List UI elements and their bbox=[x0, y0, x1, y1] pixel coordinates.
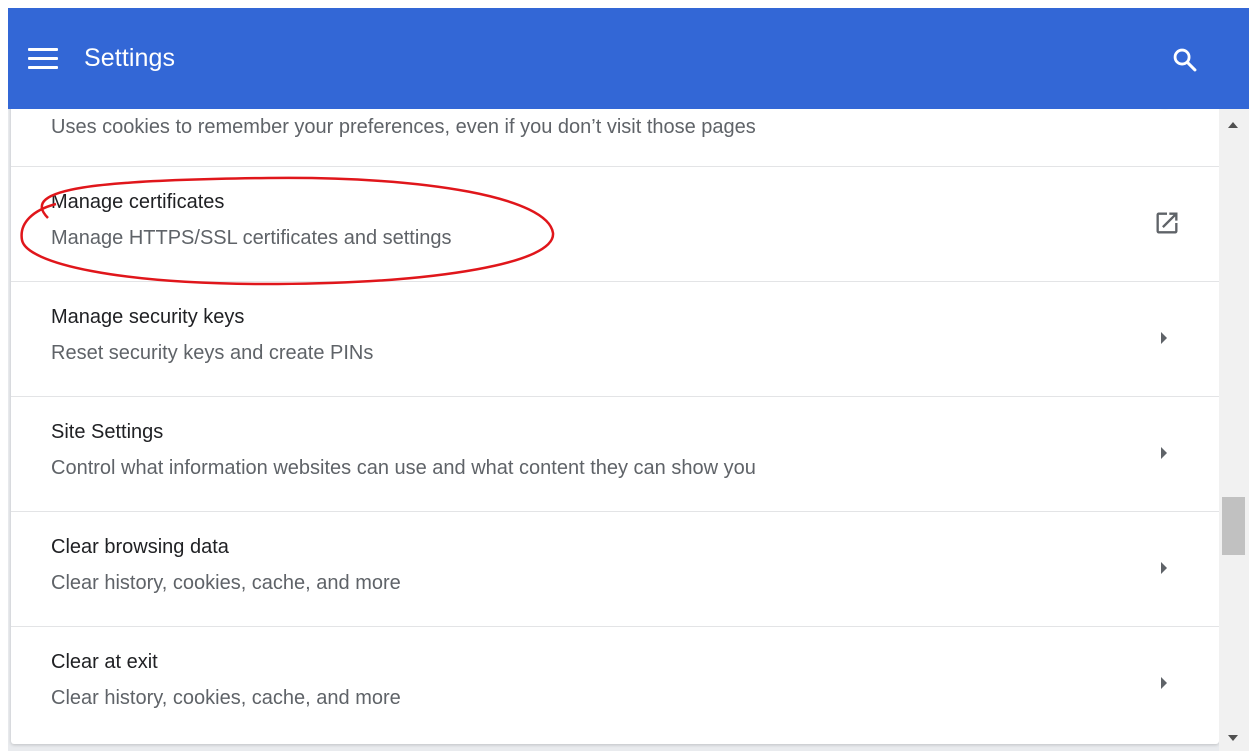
privacy-security-card: Uses cookies to remember your preference… bbox=[11, 68, 1219, 744]
row-subtitle: Manage HTTPS/SSL certificates and settin… bbox=[51, 227, 452, 249]
scroll-up-arrow-icon[interactable] bbox=[1228, 122, 1238, 128]
row-title: Manage security keys bbox=[51, 306, 245, 328]
row-subtitle: Clear history, cookies, cache, and more bbox=[51, 572, 401, 594]
row-title: Clear browsing data bbox=[51, 536, 229, 558]
chevron-right-icon bbox=[1161, 677, 1167, 689]
row-subtitle: Uses cookies to remember your preference… bbox=[51, 116, 756, 138]
row-subtitle: Reset security keys and create PINs bbox=[51, 342, 374, 364]
clear-at-exit-row[interactable]: Clear at exit Clear history, cookies, ca… bbox=[11, 626, 1219, 741]
row-subtitle: Control what information websites can us… bbox=[51, 457, 756, 479]
row-title: Manage certificates bbox=[51, 191, 225, 213]
row-title: Clear at exit bbox=[51, 651, 158, 673]
row-subtitle: Clear history, cookies, cache, and more bbox=[51, 687, 401, 709]
page-title: Settings bbox=[84, 44, 176, 72]
hamburger-menu-icon[interactable] bbox=[28, 48, 58, 70]
vertical-scrollbar[interactable] bbox=[1219, 109, 1249, 751]
chevron-right-icon bbox=[1161, 562, 1167, 574]
search-icon[interactable] bbox=[1171, 46, 1199, 74]
site-settings-row[interactable]: Site Settings Control what information w… bbox=[11, 396, 1219, 511]
clear-browsing-data-row[interactable]: Clear browsing data Clear history, cooki… bbox=[11, 511, 1219, 626]
open-in-new-icon[interactable] bbox=[1153, 209, 1181, 237]
scroll-down-arrow-icon[interactable] bbox=[1228, 735, 1238, 741]
settings-toolbar: Settings bbox=[8, 8, 1249, 109]
manage-security-keys-row[interactable]: Manage security keys Reset security keys… bbox=[11, 281, 1219, 396]
manage-certificates-row[interactable]: Manage certificates Manage HTTPS/SSL cer… bbox=[11, 166, 1219, 281]
scrollbar-thumb[interactable] bbox=[1222, 497, 1245, 555]
row-title: Site Settings bbox=[51, 421, 164, 443]
chevron-right-icon bbox=[1161, 332, 1167, 344]
chevron-right-icon bbox=[1161, 447, 1167, 459]
settings-window: Settings Uses cookies to remember your p… bbox=[8, 8, 1249, 751]
